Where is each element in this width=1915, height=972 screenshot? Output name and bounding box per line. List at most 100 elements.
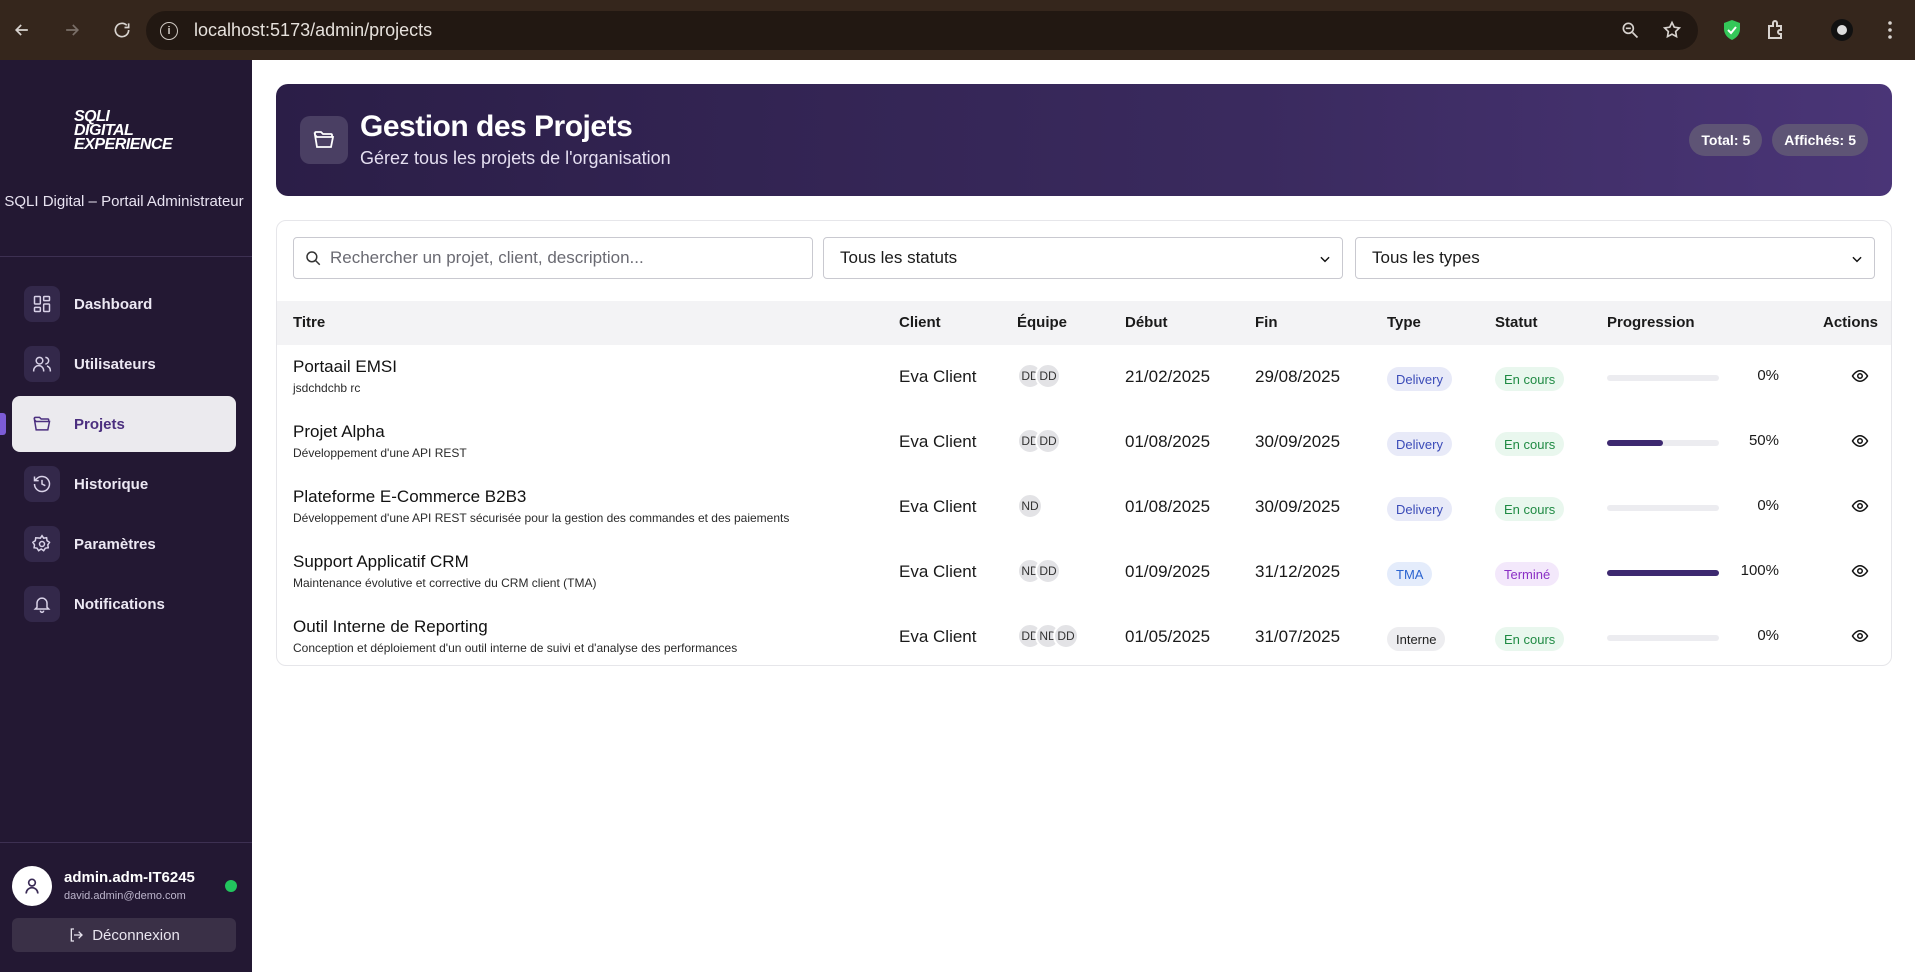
view-button[interactable] bbox=[1851, 627, 1873, 649]
total-label: Total: bbox=[1701, 132, 1739, 148]
type-filter-select[interactable]: Tous les types bbox=[1355, 237, 1875, 279]
table-row[interactable]: Plateforme E-Commerce B2B3 Développement … bbox=[277, 475, 1891, 540]
column-header[interactable]: Type bbox=[1387, 314, 1421, 331]
status-badge: En cours bbox=[1495, 497, 1565, 521]
type-badge: Delivery bbox=[1387, 497, 1452, 521]
eye-icon bbox=[1851, 564, 1869, 578]
column-header[interactable]: Équipe bbox=[1017, 314, 1067, 331]
progress-percent: 100% bbox=[1740, 562, 1779, 579]
zoom-icon[interactable] bbox=[1620, 20, 1640, 40]
shown-value: 5 bbox=[1848, 132, 1856, 148]
project-title[interactable]: Support Applicatif CRM bbox=[293, 552, 469, 572]
table-row[interactable]: Support Applicatif CRM Maintenance évolut… bbox=[277, 540, 1891, 605]
team-member-avatar: ND bbox=[1017, 493, 1043, 519]
progress-bar bbox=[1607, 505, 1719, 511]
menu-kebab-icon[interactable] bbox=[1878, 18, 1902, 42]
project-end-date: 31/12/2025 bbox=[1255, 562, 1341, 581]
team-member-avatar: DD bbox=[1035, 558, 1061, 584]
column-header[interactable]: Titre bbox=[293, 314, 325, 331]
status-filter-value: Tous les statuts bbox=[840, 248, 958, 267]
logout-button[interactable]: Déconnexion bbox=[12, 918, 236, 952]
chevron-down-icon bbox=[1318, 251, 1332, 265]
view-button[interactable] bbox=[1851, 497, 1873, 519]
sidebar-item-notifications[interactable]: Notifications bbox=[12, 576, 236, 632]
gear-icon bbox=[24, 526, 60, 562]
type-badge: Interne bbox=[1387, 627, 1446, 651]
project-start-date: 01/08/2025 bbox=[1125, 497, 1211, 516]
table-row[interactable]: Projet Alpha Développement d'une API REST… bbox=[277, 410, 1891, 475]
sidebar: SQLI DIGITAL EXPERIENCE SQLI Digital – P… bbox=[0, 60, 252, 972]
progress-bar bbox=[1607, 635, 1719, 641]
back-icon[interactable] bbox=[10, 18, 34, 42]
project-description: Maintenance évolutive et corrective du C… bbox=[293, 576, 597, 590]
progress-percent: 50% bbox=[1748, 432, 1779, 449]
project-end-date: 30/09/2025 bbox=[1255, 432, 1341, 451]
bookmark-star-icon[interactable] bbox=[1662, 20, 1682, 40]
table-row[interactable]: Portaail EMSI jsdchdchb rc Eva Client DD DD 2… bbox=[277, 345, 1891, 410]
project-client: Eva Client bbox=[899, 497, 977, 516]
project-title[interactable]: Projet Alpha bbox=[293, 422, 385, 442]
shield-extension-icon[interactable] bbox=[1720, 18, 1744, 42]
folder-icon bbox=[300, 116, 348, 164]
status-badge: En cours bbox=[1495, 367, 1565, 391]
project-title[interactable]: Plateforme E-Commerce B2B3 bbox=[293, 487, 526, 507]
sidebar-item-utilisateurs[interactable]: Utilisateurs bbox=[12, 336, 236, 392]
project-start-date: 21/02/2025 bbox=[1125, 367, 1211, 386]
status-badge: En cours bbox=[1495, 627, 1565, 651]
shown-badge: Affichés: 5 bbox=[1772, 124, 1868, 156]
column-header[interactable]: Client bbox=[899, 314, 941, 331]
bell-icon bbox=[24, 586, 60, 622]
sidebar-item-dashboard[interactable]: Dashboard bbox=[12, 276, 236, 332]
folder-icon bbox=[24, 406, 60, 442]
project-team: DD DD bbox=[1017, 428, 1061, 454]
project-client: Eva Client bbox=[899, 367, 977, 386]
progress-percent: 0% bbox=[1757, 497, 1779, 514]
search-field[interactable] bbox=[293, 237, 813, 279]
project-title[interactable]: Portaail EMSI bbox=[293, 357, 397, 377]
project-description: Développement d'une API REST bbox=[293, 446, 467, 460]
progress-bar bbox=[1607, 440, 1719, 446]
sidebar-item-historique[interactable]: Historique bbox=[12, 456, 236, 512]
column-header[interactable]: Statut bbox=[1495, 314, 1538, 331]
status-filter-select[interactable]: Tous les statuts bbox=[823, 237, 1343, 279]
project-title[interactable]: Outil Interne de Reporting bbox=[293, 617, 488, 637]
view-button[interactable] bbox=[1851, 562, 1873, 584]
dashboard-icon bbox=[24, 286, 60, 322]
users-icon bbox=[24, 346, 60, 382]
view-button[interactable] bbox=[1851, 432, 1873, 454]
site-info-icon[interactable]: i bbox=[160, 21, 178, 40]
logout-icon bbox=[70, 928, 84, 942]
team-member-avatar: DD bbox=[1053, 623, 1079, 649]
column-header: Actions bbox=[1823, 314, 1879, 331]
url-text[interactable]: localhost:5173/admin/projects bbox=[194, 20, 432, 41]
search-input[interactable] bbox=[330, 248, 800, 268]
column-header[interactable]: Début bbox=[1125, 314, 1168, 331]
shown-label: Affichés: bbox=[1784, 132, 1845, 148]
eye-icon bbox=[1851, 369, 1869, 383]
page-title: Gestion des Projets bbox=[360, 110, 633, 143]
type-badge: Delivery bbox=[1387, 367, 1452, 391]
table-row[interactable]: Outil Interne de Reporting Conception et … bbox=[277, 605, 1891, 665]
extensions-puzzle-icon[interactable] bbox=[1765, 18, 1789, 42]
search-icon bbox=[306, 251, 321, 266]
table-header: Titre Client Équipe Début Fin Type Statu… bbox=[277, 301, 1891, 345]
view-button[interactable] bbox=[1851, 367, 1873, 389]
column-header[interactable]: Fin bbox=[1255, 314, 1278, 331]
progress-bar bbox=[1607, 375, 1719, 381]
user-profile[interactable]: admin.adm-IT6245 david.admin@demo.com bbox=[12, 866, 242, 906]
browser-toolbar: i localhost:5173/admin/projects bbox=[0, 0, 1915, 60]
project-end-date: 30/09/2025 bbox=[1255, 497, 1341, 516]
avatar bbox=[12, 866, 52, 906]
team-member-avatar: DD bbox=[1035, 363, 1061, 389]
profile-icon[interactable] bbox=[1830, 18, 1854, 42]
progress-fill bbox=[1607, 440, 1663, 446]
reload-icon[interactable] bbox=[110, 18, 134, 42]
sidebar-item-label: Utilisateurs bbox=[74, 355, 156, 373]
address-bar[interactable]: i localhost:5173/admin/projects bbox=[146, 11, 1698, 50]
sidebar-item-label: Notifications bbox=[74, 595, 165, 613]
forward-icon[interactable] bbox=[60, 18, 84, 42]
total-value: 5 bbox=[1742, 132, 1751, 148]
column-header[interactable]: Progression bbox=[1607, 314, 1695, 331]
sidebar-item-parametres[interactable]: Paramètres bbox=[12, 516, 236, 572]
sidebar-item-projets[interactable]: Projets bbox=[0, 396, 236, 452]
